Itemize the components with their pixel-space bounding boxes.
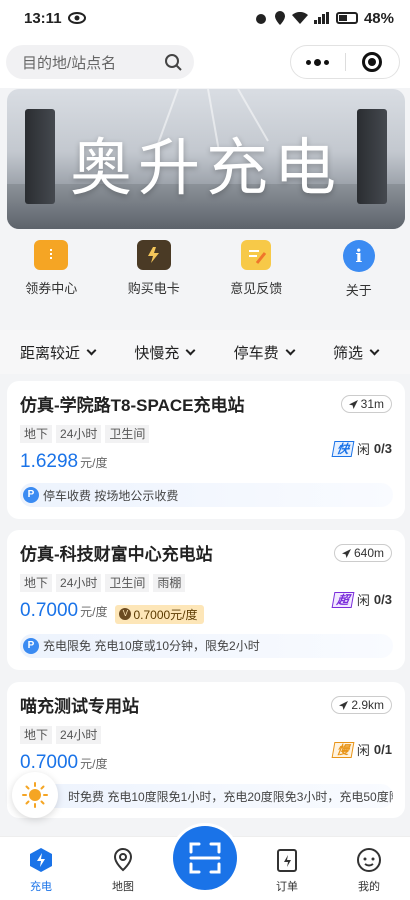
idle-count: 0/3 — [373, 592, 392, 607]
more-icon — [306, 58, 330, 66]
chevron-down-icon — [86, 345, 97, 355]
quick-actions: 领券中心 购买电卡 意见反馈 i 关于 — [0, 240, 410, 310]
map-icon — [113, 847, 133, 872]
station-card[interactable]: 喵充测试专用站 2.9km 地下 24小时 慢 闲 0/1 0.7000 元/度… — [7, 682, 405, 818]
idle-count: 0/1 — [373, 742, 392, 757]
quick-about[interactable]: i 关于 — [308, 240, 410, 310]
chevron-down-icon — [369, 345, 380, 355]
station-tag: 24小时 — [56, 574, 102, 592]
tab-charge[interactable]: 充电 — [0, 837, 82, 900]
battery-icon — [335, 12, 358, 24]
tab-orders[interactable]: 订单 — [246, 837, 328, 900]
station-card[interactable]: 仿真-学院路T8-SPACE充电站 31m 地下 24小时 卫生间 快 闲 0/… — [7, 381, 405, 519]
filter-parking[interactable]: 停车费 — [234, 342, 296, 363]
banner-title: 奥升充电 — [69, 131, 342, 204]
charger-availability: 快 闲 0/3 — [331, 439, 392, 458]
charger-availability: 超 闲 0/3 — [331, 590, 392, 609]
parking-info: P 充电限免 充电10度或10分钟，限免2小时 — [20, 633, 393, 658]
header: 目的地/站点名 — [0, 36, 410, 88]
station-tag: 地下 — [20, 726, 53, 744]
station-tag: 卫生间 — [105, 425, 150, 443]
filter-speed[interactable]: 快慢充 — [134, 342, 196, 363]
vip-icon: V — [119, 608, 132, 620]
scan-button-wrap — [170, 823, 240, 893]
station-tag: 卫生间 — [105, 574, 150, 592]
distance-badge: 31m — [340, 395, 392, 413]
filter-more[interactable]: 筛选 — [333, 342, 380, 363]
profile-icon — [357, 848, 381, 872]
location-icon — [274, 11, 285, 25]
scan-button[interactable] — [173, 826, 237, 890]
parking-info: 时免费 充电10度限免1小时，充电20度限免3小时，充电50度限... — [20, 784, 393, 808]
navigation-icon — [339, 700, 349, 710]
speed-badge: 慢 — [331, 741, 355, 758]
coupon-icon — [34, 240, 69, 270]
chevron-down-icon — [185, 345, 196, 355]
eye-icon — [67, 12, 86, 24]
order-icon — [277, 849, 297, 872]
feedback-icon — [241, 240, 272, 270]
status-time: 13:11 — [24, 9, 62, 27]
price-unit: 元/度 — [80, 456, 108, 470]
station-tag: 24小时 — [56, 726, 102, 744]
search-placeholder: 目的地/站点名 — [22, 54, 117, 72]
scan-icon — [189, 842, 221, 874]
station-name: 仿真-学院路T8-SPACE充电站 — [20, 396, 245, 415]
tab-profile[interactable]: 我的 — [328, 837, 410, 900]
station-card[interactable]: 仿真-科技财富中心充电站 640m 地下 24小时 卫生间 雨棚 超 闲 0/3… — [7, 530, 405, 670]
quick-coupon-center[interactable]: 领券中心 — [0, 240, 103, 310]
price-unit: 元/度 — [80, 605, 108, 619]
theme-toggle-button[interactable] — [12, 772, 58, 818]
station-tag: 雨棚 — [153, 574, 186, 592]
quick-label: 购买电卡 — [127, 281, 180, 296]
wifi-icon — [291, 12, 308, 24]
station-tag: 24小时 — [56, 425, 102, 443]
quick-label: 关于 — [345, 283, 372, 298]
speed-badge: 超 — [331, 591, 355, 608]
quick-label: 意见反馈 — [230, 281, 283, 296]
distance-badge: 2.9km — [331, 696, 392, 714]
member-price-badge: V 0.7000元/度 — [115, 604, 204, 624]
status-bar: 13:11 48% — [0, 0, 410, 36]
charger-availability: 慢 闲 0/1 — [331, 740, 392, 759]
close-miniprogram-icon — [362, 52, 383, 72]
miniprogram-capsule — [290, 45, 400, 79]
alarm-icon — [255, 14, 266, 24]
quick-feedback[interactable]: 意见反馈 — [205, 240, 308, 310]
parking-icon: P — [23, 637, 39, 654]
speed-badge: 快 — [331, 440, 355, 457]
quick-buy-card[interactable]: 购买电卡 — [103, 240, 206, 310]
charge-icon — [30, 848, 52, 872]
station-tag: 地下 — [20, 574, 53, 592]
card-icon — [136, 240, 171, 270]
filter-distance[interactable]: 距离较近 — [20, 342, 97, 363]
price-value: 0.7000 — [20, 752, 79, 773]
close-button[interactable] — [346, 46, 400, 78]
sun-icon — [22, 782, 48, 808]
chevron-down-icon — [285, 345, 296, 355]
price-value: 0.7000 — [20, 600, 79, 621]
price-unit: 元/度 — [80, 757, 108, 771]
search-icon — [165, 54, 182, 71]
parking-info: P 停车收费 按场地公示收费 — [20, 483, 393, 507]
battery-percent: 48% — [363, 9, 394, 27]
search-input[interactable]: 目的地/站点名 — [6, 45, 194, 79]
navigation-icon — [348, 399, 358, 409]
station-tag: 地下 — [20, 425, 53, 443]
banner[interactable]: 奥升充电 — [7, 89, 405, 229]
signal-icon — [313, 12, 329, 24]
navigation-icon — [341, 548, 351, 558]
info-icon: i — [342, 240, 375, 272]
distance-badge: 640m — [333, 544, 392, 562]
parking-icon: P — [23, 487, 39, 503]
idle-count: 0/3 — [373, 441, 392, 456]
tab-map[interactable]: 地图 — [82, 837, 164, 900]
filter-bar: 距离较近 快慢充 停车费 筛选 — [0, 330, 410, 374]
price-value: 1.6298 — [20, 451, 79, 472]
more-button[interactable] — [291, 46, 345, 78]
quick-label: 领券中心 — [25, 281, 78, 296]
